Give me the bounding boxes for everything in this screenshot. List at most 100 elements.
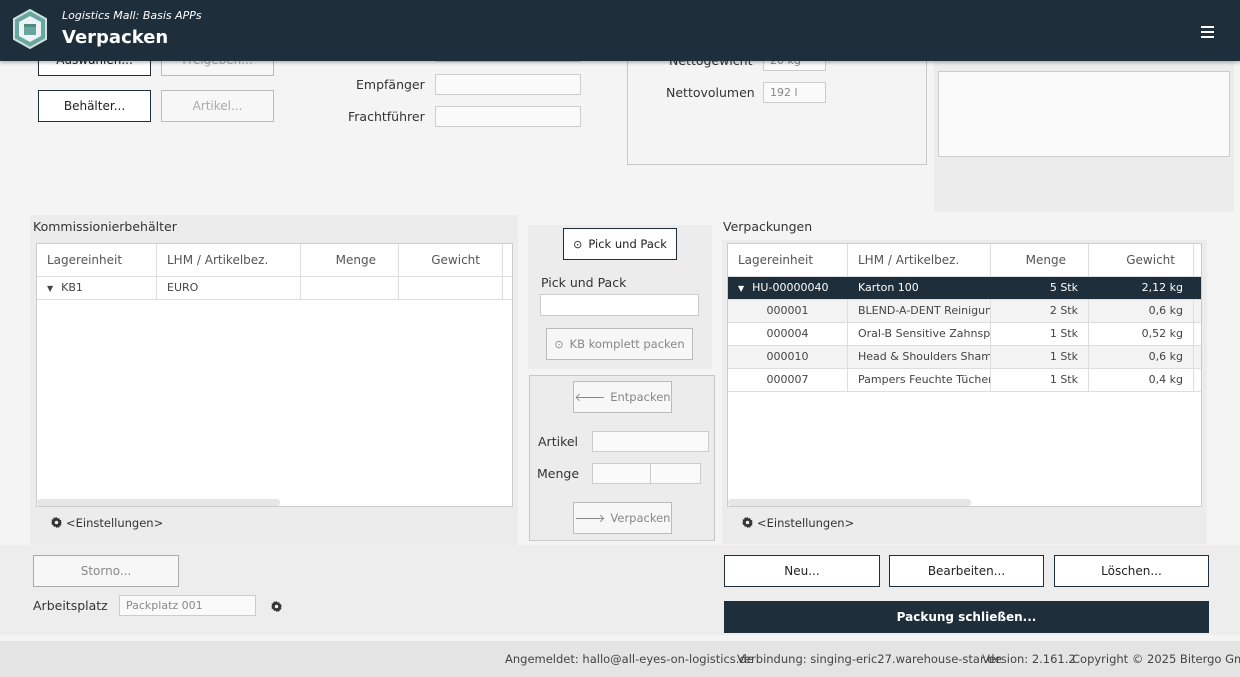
cell-lagereinheit: 000010 (728, 346, 848, 368)
hamburger-menu-icon[interactable] (1201, 26, 1214, 38)
table-row-selected[interactable]: ▼ HU-00000040 Karton 100 5 Stk 2,12 kg (728, 277, 1201, 300)
cell-lagereinheit: 000004 (728, 323, 848, 345)
neu-button[interactable]: Neu... (724, 555, 880, 587)
cell-menge: 2 Stk (991, 300, 1089, 322)
right-settings-link[interactable]: <Einstellungen> (742, 516, 854, 530)
left-settings-label: <Einstellungen> (66, 516, 164, 530)
column-header-gewicht[interactable]: Gewicht (399, 244, 503, 276)
cell-lhm: Pampers Feuchte Tücher Ba (848, 369, 991, 391)
cell-lhm: Karton 100 (848, 277, 991, 299)
status-footer: Angemeldet: hallo@all-eyes-on-logistics.… (0, 641, 1240, 677)
grid-header: Lagereinheit LHM / Artikelbez. Menge Gew… (37, 244, 512, 277)
entpacken-button[interactable]: 🡐 Entpacken (573, 381, 672, 413)
pick-und-pack-button[interactable]: ⊙ Pick und Pack (563, 228, 677, 260)
empfaenger-field[interactable] (435, 74, 581, 95)
arrow-right-icon: 🡒 (574, 511, 606, 525)
pick-und-pack-button-label: Pick und Pack (588, 237, 667, 251)
cell-gewicht: 0,6 kg (1089, 300, 1194, 322)
arbeitsplatz-label: Arbeitsplatz (33, 598, 108, 613)
cell-gewicht: 2,12 kg (1089, 277, 1194, 299)
cell-lhm: Oral-B Sensitive Zahnspülun (848, 323, 991, 345)
table-row[interactable]: 000010 Head & Shoulders Shampoo 1 Stk 0,… (728, 346, 1201, 369)
arbeitsplatz-field[interactable]: Packplatz 001 (119, 595, 256, 616)
info-textarea[interactable] (938, 71, 1230, 157)
arrow-left-icon: 🡐 (574, 390, 606, 404)
frachtfuehrer-label: Frachtführer (348, 109, 425, 124)
nettovolumen-field: 192 l (763, 82, 826, 103)
cell-menge (301, 277, 399, 299)
cell-lagereinheit: ▼ HU-00000040 (728, 277, 848, 299)
cell-lagereinheit-text: HU-00000040 (752, 281, 829, 294)
gear-icon[interactable] (271, 601, 282, 612)
column-header-lhm[interactable]: LHM / Artikelbez. (848, 244, 991, 276)
table-row[interactable]: 000004 Oral-B Sensitive Zahnspülun 1 Stk… (728, 323, 1201, 346)
table-row[interactable]: 000001 BLEND-A-DENT Reinigungs 2 Stk 0,6… (728, 300, 1201, 323)
horizontal-scrollbar[interactable] (37, 499, 280, 506)
column-header-lagereinheit[interactable]: Lagereinheit (728, 244, 848, 276)
artikel-button[interactable]: Artikel... (161, 90, 274, 122)
kommissionierbehaelter-title: Kommissionierbehälter (33, 219, 177, 234)
cell-lhm: EURO (157, 277, 301, 299)
column-header-lagereinheit[interactable]: Lagereinheit (37, 244, 157, 276)
gear-icon (51, 517, 62, 528)
cell-menge: 1 Stk (991, 323, 1089, 345)
hexagon-box-logo-icon (13, 9, 47, 49)
circle-arrow-icon: ⊙ (573, 237, 583, 251)
column-header-menge[interactable]: Menge (301, 244, 399, 276)
copyright-text: Copyright © 2025 Bitergo GmbH (1072, 652, 1240, 666)
behaelter-button[interactable]: Behälter... (38, 90, 151, 122)
packung-schliessen-button[interactable]: Packung schließen... (724, 601, 1209, 633)
verpackungen-grid[interactable]: Lagereinheit LHM / Artikelbez. Menge Gew… (727, 243, 1202, 507)
table-row[interactable]: 000007 Pampers Feuchte Tücher Ba 1 Stk 0… (728, 369, 1201, 392)
column-header-lhm[interactable]: LHM / Artikelbez. (157, 244, 301, 276)
circle-arrow-icon: ⊙ (554, 337, 564, 351)
empfaenger-label: Empfänger (356, 77, 425, 92)
verbindung-text: Verbindung: singing-eric27.warehouse-sta… (737, 652, 1002, 666)
pick-und-pack-input[interactable] (540, 294, 699, 316)
angemeldet-text: Angemeldet: hallo@all-eyes-on-logistics.… (505, 652, 754, 666)
caret-down-icon[interactable]: ▼ (738, 284, 744, 293)
menge-field[interactable] (592, 463, 651, 484)
page-title: Verpacken (62, 27, 169, 48)
cell-menge: 1 Stk (991, 369, 1089, 391)
kb-komplett-packen-label: KB komplett packen (569, 337, 685, 351)
table-row[interactable]: ▼ KB1 EURO (37, 277, 512, 300)
frachtfuehrer-field[interactable] (435, 106, 581, 127)
cell-lagereinheit-text: KB1 (61, 281, 83, 294)
cell-lhm: BLEND-A-DENT Reinigungs (848, 300, 991, 322)
right-settings-label: <Einstellungen> (757, 516, 855, 530)
grid-header: Lagereinheit LHM / Artikelbez. Menge Gew… (728, 244, 1201, 277)
cell-lagereinheit: 000007 (728, 369, 848, 391)
menge-unit-field[interactable] (650, 463, 701, 484)
artikel-label: Artikel (538, 434, 579, 449)
verpacken-button[interactable]: 🡒 Verpacken (573, 502, 672, 534)
kommissionierbehaelter-grid[interactable]: Lagereinheit LHM / Artikelbez. Menge Gew… (36, 243, 513, 507)
kb-komplett-packen-button[interactable]: ⊙ KB komplett packen (546, 328, 693, 360)
artikel-field[interactable] (592, 431, 709, 452)
loeschen-button[interactable]: Löschen... (1054, 555, 1209, 587)
app-subtitle: Logistics Mall: Basis APPs (62, 9, 202, 22)
cell-lagereinheit: 000001 (728, 300, 848, 322)
column-header-gewicht[interactable]: Gewicht (1089, 244, 1194, 276)
gear-icon (742, 517, 753, 528)
verpacken-label: Verpacken (610, 511, 671, 525)
horizontal-scrollbar[interactable] (728, 499, 971, 506)
nettovolumen-label: Nettovolumen (666, 85, 755, 100)
version-text: Version: 2.161.2 (982, 652, 1076, 666)
pick-und-pack-label: Pick und Pack (541, 275, 627, 290)
cell-lhm: Head & Shoulders Shampoo (848, 346, 991, 368)
caret-down-icon[interactable]: ▼ (47, 284, 53, 293)
app-header: Logistics Mall: Basis APPs Verpacken (0, 0, 1240, 61)
cell-menge: 1 Stk (991, 346, 1089, 368)
cell-gewicht: 0,6 kg (1089, 346, 1194, 368)
storno-button[interactable]: Storno... (33, 555, 179, 587)
left-settings-link[interactable]: <Einstellungen> (51, 516, 163, 530)
cell-menge: 5 Stk (991, 277, 1089, 299)
cell-gewicht: 0,4 kg (1089, 369, 1194, 391)
bearbeiten-button[interactable]: Bearbeiten... (889, 555, 1044, 587)
verpackungen-title: Verpackungen (723, 219, 813, 234)
cell-gewicht (399, 277, 503, 299)
column-header-menge[interactable]: Menge (991, 244, 1089, 276)
cell-gewicht: 0,52 kg (1089, 323, 1194, 345)
menge-label: Menge (537, 466, 580, 481)
